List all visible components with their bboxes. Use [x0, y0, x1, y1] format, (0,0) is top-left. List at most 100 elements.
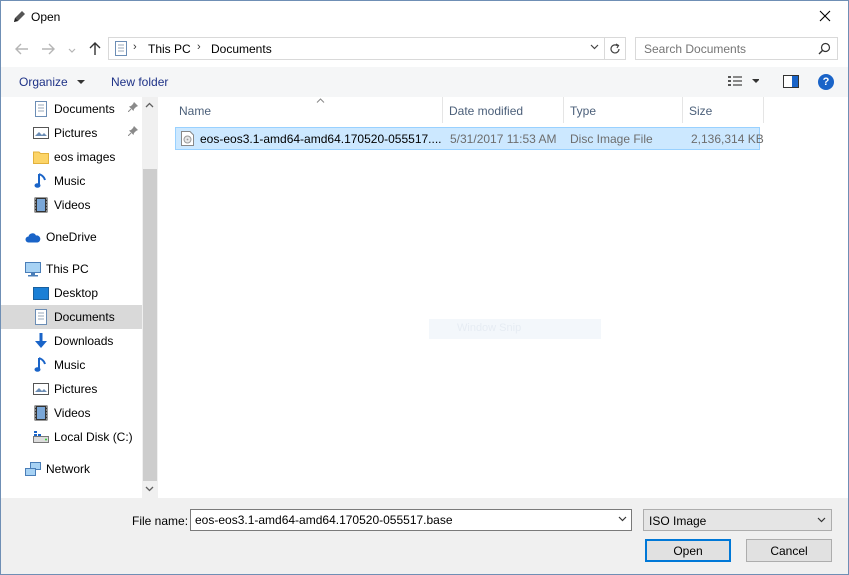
organize-button[interactable]: Organize	[19, 75, 86, 89]
file-name-dropdown[interactable]	[618, 514, 627, 524]
window-title: Open	[31, 10, 61, 24]
search-input[interactable]	[636, 38, 806, 59]
scroll-up-icon[interactable]	[145, 100, 154, 110]
file-type-value: ISO Image	[649, 514, 707, 528]
nav-item-desktop[interactable]: Desktop	[1, 281, 142, 305]
chevron-down-icon	[618, 516, 627, 522]
nav-item-downloads[interactable]: Downloads	[1, 329, 142, 353]
computer-icon	[25, 261, 41, 277]
nav-item-label: Videos	[54, 198, 91, 212]
documents-icon	[33, 309, 49, 325]
nav-item-music[interactable]: Music	[1, 353, 142, 377]
nav-item-label: Documents	[54, 102, 115, 116]
column-header-name[interactable]: Name	[173, 97, 443, 123]
close-button[interactable]	[802, 1, 848, 31]
file-type-select[interactable]: ISO Image	[643, 509, 832, 531]
change-view-button[interactable]	[727, 75, 760, 90]
nav-item-network[interactable]: Network	[1, 457, 142, 481]
videos-icon	[33, 405, 49, 421]
column-header-date-modified[interactable]: Date modified	[443, 97, 564, 123]
search-box	[635, 37, 838, 60]
organize-label: Organize	[19, 75, 68, 89]
column-label: Date modified	[449, 104, 524, 118]
file-date-modified: 5/31/2017 11:53 AM	[450, 132, 557, 146]
nav-item-videos-quick[interactable]: Videos	[1, 193, 142, 217]
nav-item-local-disk[interactable]: Local Disk (C:)	[1, 425, 142, 449]
desktop-icon	[33, 285, 49, 301]
column-label: Size	[689, 104, 713, 118]
pin-icon	[127, 102, 138, 115]
scrollbar-thumb[interactable]	[143, 169, 157, 481]
pictures-icon	[33, 381, 49, 397]
column-header-size[interactable]: Size	[683, 97, 764, 123]
command-bar: Organize New folder ?	[1, 67, 848, 97]
file-row[interactable]: eos-eos3.1-amd64-amd64.170520-055517....…	[175, 127, 764, 150]
nav-item-this-pc[interactable]: This PC	[1, 257, 142, 281]
breadcrumb-this-pc[interactable]: This PC	[148, 42, 191, 56]
address-dropdown-button[interactable]	[590, 42, 599, 53]
column-header-type[interactable]: Type	[564, 97, 683, 123]
new-folder-button[interactable]: New folder	[111, 75, 168, 89]
navigation-pane: Documents Pictures eos images Music Vide…	[1, 97, 158, 498]
nav-item-pictures-quick[interactable]: Pictures	[1, 121, 142, 145]
chevron-right-icon: ›	[133, 41, 137, 53]
nav-item-pictures[interactable]: Pictures	[1, 377, 142, 401]
sort-ascending-icon	[316, 95, 325, 106]
nav-item-eos-images[interactable]: eos images	[1, 145, 142, 169]
file-type: Disc Image File	[570, 132, 653, 146]
back-button[interactable]	[13, 40, 31, 58]
pictures-icon	[33, 125, 49, 141]
refresh-icon	[610, 42, 620, 53]
nav-item-onedrive[interactable]: OneDrive	[1, 225, 142, 249]
address-bar[interactable]: › This PC › Documents	[108, 37, 626, 60]
forward-button[interactable]	[39, 40, 57, 58]
nav-item-label: This PC	[46, 262, 89, 276]
up-button[interactable]	[86, 40, 104, 58]
local-disk-icon	[33, 429, 49, 445]
chevron-down-icon	[77, 80, 86, 85]
nav-item-label: OneDrive	[46, 230, 97, 244]
chevron-down-icon	[68, 48, 76, 53]
nav-item-documents[interactable]: Documents	[1, 305, 142, 329]
file-list: Name Date modified Type Size eos-eos3.1-…	[161, 97, 848, 498]
network-icon	[25, 461, 41, 477]
file-name-label: File name:	[132, 514, 189, 528]
open-button[interactable]: Open	[645, 539, 731, 562]
nav-item-label: Desktop	[54, 286, 99, 300]
refresh-button[interactable]	[604, 38, 625, 59]
help-button[interactable]: ?	[818, 74, 834, 90]
nav-item-label: Documents	[54, 310, 115, 324]
open-dialog: Open › This PC › Documents Search Docume…	[0, 0, 849, 575]
disc-image-icon	[181, 131, 194, 149]
recent-locations-button[interactable]	[63, 42, 81, 60]
nav-item-label: eos images	[54, 150, 116, 164]
nav-item-label: Music	[54, 358, 86, 372]
nav-item-music-quick[interactable]: Music	[1, 169, 142, 193]
nav-pane-scrollbar[interactable]	[142, 97, 158, 498]
chevron-down-icon	[817, 515, 826, 525]
dialog-footer: File name: ISO Image Open Cancel	[1, 498, 848, 574]
preview-pane-button[interactable]	[783, 75, 799, 91]
nav-item-videos[interactable]: Videos	[1, 401, 142, 425]
videos-icon	[33, 197, 49, 213]
title-bar: Open	[1, 1, 848, 32]
nav-item-label: Network	[46, 462, 91, 476]
folder-icon	[33, 149, 49, 165]
file-name-input[interactable]	[191, 510, 611, 530]
nav-item-label: Music	[54, 174, 86, 188]
documents-icon	[114, 41, 128, 56]
nav-item-documents-quick[interactable]: Documents	[1, 97, 142, 121]
documents-icon	[33, 101, 49, 117]
window-snip-watermark: Window Snip	[429, 319, 601, 339]
breadcrumb-documents[interactable]: Documents	[211, 42, 272, 56]
scroll-down-icon[interactable]	[145, 484, 154, 494]
preview-pane-icon	[783, 75, 799, 88]
pin-icon	[127, 126, 138, 139]
music-icon	[33, 357, 49, 373]
cloud-icon	[25, 229, 41, 245]
chevron-right-icon: ›	[197, 41, 201, 53]
file-name-combo	[190, 509, 632, 531]
cancel-button[interactable]: Cancel	[746, 539, 832, 562]
search-icon[interactable]	[818, 42, 831, 58]
music-icon	[33, 173, 49, 189]
